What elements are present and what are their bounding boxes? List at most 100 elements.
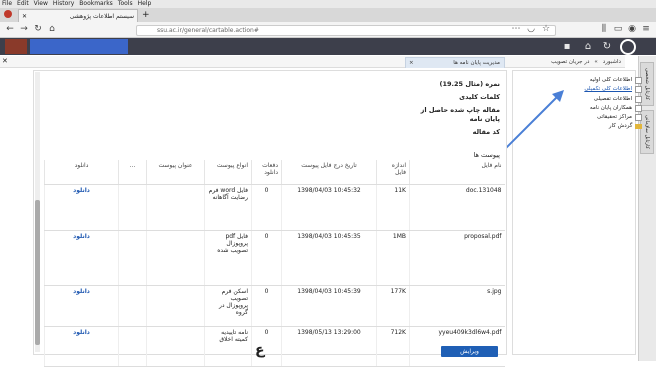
menu-history[interactable]: History (53, 0, 74, 8)
tree-item-label: همکاران پایان نامه (589, 105, 632, 111)
refresh-icon[interactable]: ↻ (600, 40, 614, 53)
tree-item-complementary-info[interactable]: اطلاعات کلی تکمیلی (584, 86, 642, 93)
cell-more (118, 230, 147, 286)
tree-item-colleagues[interactable]: همکاران پایان نامه (590, 105, 642, 112)
download-link[interactable]: دانلود (44, 326, 119, 367)
tree-item-label: اطلاعات تفصیلی (593, 96, 632, 102)
menu-icon[interactable]: ≡ (640, 23, 652, 36)
cell-file-name: doc.131048 (409, 184, 505, 231)
cell-date: 13:29:00 1398/05/13 (281, 326, 377, 367)
menu-bookmarks[interactable]: Bookmarks (79, 0, 113, 8)
tab-thesis-management[interactable]: مدیریت پایان نامه ها × (405, 57, 505, 68)
pocket-icon[interactable]: ◡ (525, 23, 537, 36)
tree-item-detailed-info[interactable]: اطلاعات تفصیلی (594, 96, 642, 103)
url-field[interactable]: ssu.ac.ir/general/cartable.action# (136, 25, 556, 36)
sidebar-icon[interactable]: ▭ (612, 23, 624, 36)
download-link[interactable]: دانلود (44, 285, 119, 327)
menu-help[interactable]: Help (138, 0, 152, 8)
download-link[interactable]: دانلود (44, 184, 119, 231)
chevron-down-icon[interactable]: ⌄ (645, 123, 650, 130)
col-file-name[interactable]: نام فایل (409, 160, 505, 185)
cell-file-size: 11K (376, 184, 410, 231)
tab-label: مدیریت پایان نامه ها (453, 60, 500, 66)
cell-title (146, 326, 205, 367)
col-file-size[interactable]: اندازه فایل (376, 160, 410, 185)
cell-type: اسکن فرم تصویب پروپوزال در گروه (204, 285, 252, 327)
exit-icon[interactable]: ▪ (560, 40, 574, 53)
cell-date: 10:45:32 1398/04/03 (281, 184, 377, 231)
forward-icon[interactable]: → (18, 23, 30, 36)
library-icon[interactable]: ⫼ (598, 23, 610, 36)
menu-view[interactable]: View (34, 0, 48, 8)
cell-count: 0 (251, 230, 282, 286)
tree-item-label: مراکز تحقیقاتی (596, 114, 632, 120)
back-icon[interactable]: ← (4, 23, 16, 36)
page-icon (635, 96, 642, 103)
side-tab-organizational[interactable]: کارتابل سازمانی (640, 110, 654, 154)
bookmark-star-icon[interactable]: ☆ (540, 23, 552, 36)
home-icon[interactable]: ⌂ (581, 40, 595, 53)
attachments-table: نام فایل اندازه فایل تاریخ درج فایل پیوس… (44, 160, 505, 367)
tab-close-icon[interactable]: ✕ (22, 13, 27, 20)
cell-title (146, 285, 205, 327)
tree-item-research-centers[interactable]: مراکز تحقیقاتی (597, 114, 642, 121)
cell-type: فایل pdf پروپوزال تصویب شده (204, 230, 252, 286)
page-icon (635, 105, 642, 112)
menu-file[interactable]: File (2, 0, 12, 8)
col-download[interactable]: دانلود (44, 160, 119, 185)
table-row: yyeu409k3dl6w4.pdf 712K 13:29:00 1398/05… (44, 326, 505, 367)
breadcrumb-current[interactable]: در جریان تصویب (551, 57, 589, 68)
page-icon (635, 114, 642, 121)
col-more[interactable]: ... (118, 160, 147, 185)
col-attachment-title[interactable]: عنوان پیوست (146, 160, 205, 185)
menu-edit[interactable]: Edit (17, 0, 29, 8)
cell-title (146, 230, 205, 286)
tree-item-label: اطلاعات کلی اولیه (589, 77, 632, 83)
col-attachment-type[interactable]: انواع پیوست (204, 160, 252, 185)
score-label: نمره (مثال 19.25) (439, 80, 500, 88)
table-row: doc.131048 11K 10:45:32 1398/04/03 0 فای… (44, 184, 505, 231)
cell-type: نامه تاییدیه کمیته اخلاق (204, 326, 252, 367)
cell-file-size: 712K (376, 326, 410, 367)
reload-icon[interactable]: ↻ (32, 23, 44, 36)
new-tab-icon[interactable]: + (142, 9, 152, 21)
cell-title (146, 184, 205, 231)
cell-file-name: s.jpg (409, 285, 505, 327)
col-date[interactable]: تاریخ درج فایل پیوست (281, 160, 377, 185)
page-actions-icon[interactable]: ⋯ (510, 23, 522, 36)
page-icon (635, 77, 642, 84)
menu-tools[interactable]: Tools (118, 0, 133, 8)
scrollbar-thumb[interactable] (35, 200, 40, 345)
edit-button[interactable]: ویرایش (441, 346, 498, 357)
tab-close-icon[interactable]: × (406, 58, 414, 68)
home-icon[interactable]: ⌂ (46, 23, 58, 36)
cell-file-size: 177K (376, 285, 410, 327)
cell-count: 0 (251, 285, 282, 327)
browser-menu-bar: File Edit View History Bookmarks Tools H… (0, 0, 656, 8)
university-logo (5, 39, 27, 54)
attachments-label: پیوست ها (473, 151, 500, 159)
help-circle-icon[interactable] (620, 39, 636, 55)
col-download-count[interactable]: دفعات دانلود (251, 160, 282, 185)
tree-item-label: اطلاعات کلی تکمیلی (584, 86, 632, 92)
side-tab-personal[interactable]: کارتابل شخصی (640, 62, 654, 106)
download-link[interactable]: دانلود (44, 230, 119, 286)
stray-character: ع (255, 342, 265, 358)
close-panel-icon[interactable]: ✕ (2, 57, 8, 65)
tree-item-initial-info[interactable]: اطلاعات کلی اولیه (590, 77, 642, 84)
cell-file-name: proposal.pdf (409, 230, 505, 286)
cell-date: 10:45:39 1398/04/03 (281, 285, 377, 327)
firefox-logo-icon (4, 10, 12, 18)
tab-title: سیستم اطلاعات پژوهشی (69, 12, 134, 20)
tree-item-workflow[interactable]: ⌄ گردش کار (609, 123, 650, 130)
cell-count: 0 (251, 184, 282, 231)
breadcrumb-home[interactable]: داشبورد (603, 57, 621, 68)
table-header-row: نام فایل اندازه فایل تاریخ درج فایل پیوس… (44, 160, 505, 185)
browser-tab[interactable]: سیستم اطلاعات پژوهشی ✕ (18, 9, 138, 22)
breadcrumb-separator: » (594, 59, 598, 65)
account-icon[interactable]: ◉ (626, 23, 638, 36)
page-icon (635, 86, 642, 93)
user-name-box (30, 39, 128, 54)
cell-more (118, 326, 147, 367)
article-code-label: کد مقاله (472, 128, 500, 136)
